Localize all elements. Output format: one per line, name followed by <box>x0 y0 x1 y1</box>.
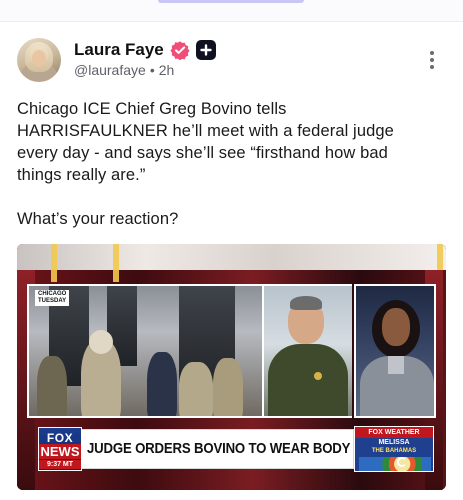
post-card[interactable]: Laura Faye @laurafaye • 2h Chicago ICE C… <box>0 22 463 500</box>
anchor-tile <box>354 284 436 418</box>
fox-news-logo: FOX NEWS 9:37 MT <box>38 427 82 471</box>
tab-indicator <box>158 0 304 3</box>
studio-light <box>113 244 119 282</box>
post-text-line: things really are.” <box>17 166 146 184</box>
agent-figure <box>213 358 243 416</box>
avatar[interactable] <box>17 38 61 82</box>
post-timestamp[interactable]: 2h <box>159 62 175 78</box>
network-word-fox: FOX <box>46 431 74 445</box>
agent-figure <box>179 362 213 416</box>
avatar-face <box>32 50 46 67</box>
guest-tile <box>264 284 352 418</box>
anchor-face <box>382 308 410 346</box>
field-footage-tile: CHICAGO TUESDAY <box>27 284 264 418</box>
studio-ceiling <box>17 244 446 270</box>
author-name[interactable]: Laura Faye <box>74 40 164 60</box>
location-chip: CHICAGO TUESDAY <box>35 290 70 306</box>
more-vertical-icon-dot <box>430 65 434 69</box>
weather-map <box>359 457 431 471</box>
location-chip-day: TUESDAY <box>38 298 67 304</box>
weather-subtitle: THE BAHAMAS <box>371 448 417 454</box>
post-text-line: HARRISFAULKNER he’ll meet with a federal… <box>17 122 394 140</box>
meta-separator: • <box>149 62 155 78</box>
agent-figure <box>37 356 67 416</box>
author-handle[interactable]: @laurafaye <box>74 62 146 78</box>
anchor-collar <box>388 356 404 374</box>
post-text-line: Chicago ICE Chief Greg Bovino tells <box>17 100 287 118</box>
agent-figure <box>147 352 177 416</box>
network-word-news: NEWS <box>39 444 81 459</box>
more-options-button[interactable] <box>420 48 444 72</box>
headline-text: JUDGE ORDERS BOVINO TO WEAR BODY CAM <box>87 440 384 457</box>
studio-light <box>51 244 57 282</box>
guest-uniform <box>268 344 348 416</box>
post-question: What’s your reaction? <box>17 210 179 228</box>
location-chip-city: CHICAGO <box>38 291 67 297</box>
post-text-line: every day - and says she’ll see “firstha… <box>17 144 388 162</box>
verified-badge-icon <box>170 40 190 61</box>
video-thumbnail[interactable]: CHICAGO TUESDAY JUDGE ORDERS BOVINO TO W… <box>17 244 446 490</box>
top-strip <box>0 0 463 22</box>
guest-badge <box>314 372 322 380</box>
agent-helmet <box>89 330 113 354</box>
hurricane-icon <box>397 457 407 467</box>
author-name-row: Laura Faye <box>74 38 216 62</box>
weather-bug: FOX WEATHER MELISSA THE BAHAMAS <box>354 426 434 472</box>
author-meta: @laurafaye • 2h <box>74 62 174 78</box>
more-vertical-icon-dot <box>430 58 434 62</box>
plus-badge-icon[interactable] <box>195 40 216 60</box>
guest-hair <box>290 296 322 310</box>
post-body: Chicago ICE Chief Greg Bovino tells HARR… <box>17 98 437 230</box>
weather-title: FOX WEATHER <box>355 427 433 438</box>
broadcast-clock: 9:37 MT <box>39 460 81 469</box>
lower-third: JUDGE ORDERS BOVINO TO WEAR BODY CAM <box>38 429 383 469</box>
more-vertical-icon <box>430 51 434 55</box>
